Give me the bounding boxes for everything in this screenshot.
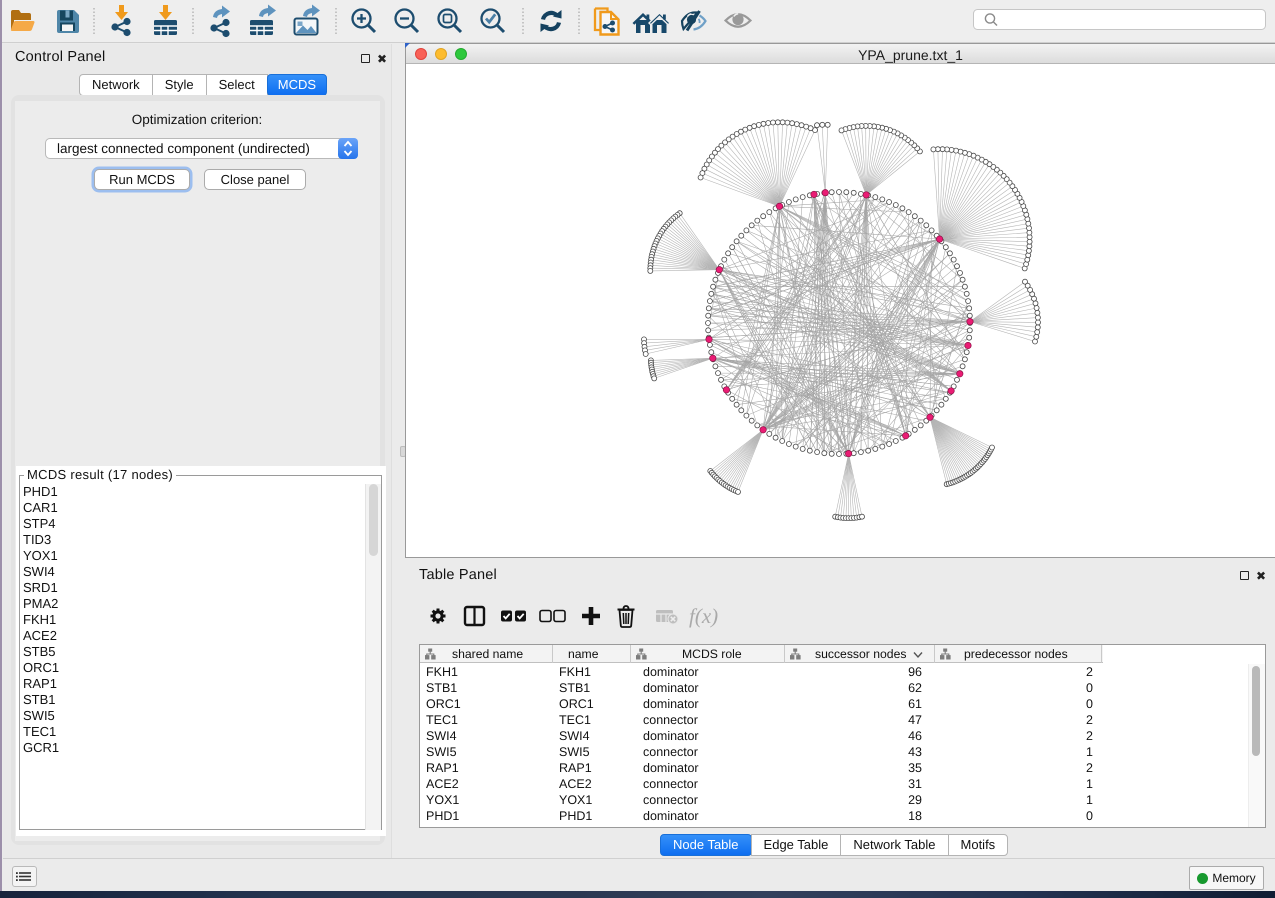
svg-text:shared name: shared name [452,647,523,661]
svg-text:MCDS role: MCDS role [682,647,742,661]
svg-text:f(x): f(x) [689,604,718,628]
svg-text:name: name [568,647,599,661]
svg-text:successor nodes: successor nodes [815,647,906,661]
svg-text:predecessor nodes: predecessor nodes [964,647,1068,661]
